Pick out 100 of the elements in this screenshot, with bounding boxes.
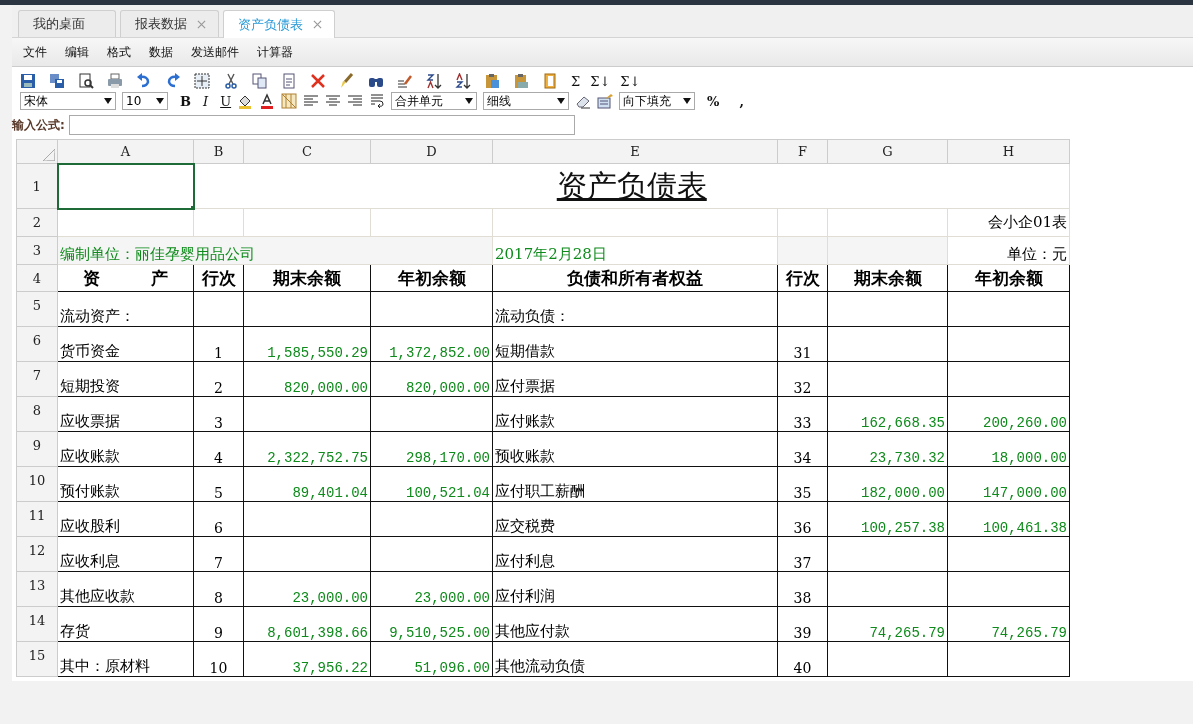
- save-icon[interactable]: [20, 73, 36, 89]
- column-heading: 年初余额: [947, 264, 1070, 292]
- paste-special-icon[interactable]: [513, 73, 529, 89]
- table-cell: 应收股利: [57, 501, 194, 537]
- sum-button[interactable]: Σ: [571, 73, 591, 89]
- column-header[interactable]: E: [492, 139, 778, 164]
- table-cell: 8: [193, 571, 244, 607]
- font-color-icon[interactable]: [259, 93, 276, 109]
- column-header[interactable]: C: [243, 139, 371, 164]
- row-header[interactable]: 3: [16, 236, 58, 265]
- table-cell: 820,000.00: [370, 361, 493, 397]
- merge-dropdown[interactable]: 合并单元: [391, 92, 478, 110]
- delete-icon[interactable]: [310, 73, 326, 89]
- menu-item[interactable]: 格式: [98, 43, 140, 61]
- table-cell: 100,257.38: [827, 501, 948, 537]
- column-header[interactable]: F: [777, 139, 828, 164]
- comma-button[interactable]: ,: [733, 93, 750, 109]
- italic-button[interactable]: I: [197, 93, 215, 109]
- font-size-dropdown[interactable]: 10: [122, 92, 168, 110]
- table-cell: 820,000.00: [243, 361, 371, 397]
- table-cell: 8,601,398.66: [243, 606, 371, 642]
- align-left-icon[interactable]: [303, 93, 320, 109]
- sum-button[interactable]: Σ↓: [590, 73, 621, 89]
- row-header[interactable]: 8: [16, 396, 58, 432]
- underline-button[interactable]: U: [214, 93, 238, 109]
- unit-label: 单位：元: [1007, 245, 1067, 263]
- print-preview-icon[interactable]: [78, 73, 94, 89]
- sheet-title: 资产负债表: [556, 167, 707, 203]
- column-header[interactable]: B: [193, 139, 244, 164]
- report-date: 2017年2月28日: [495, 245, 607, 263]
- fill-color-icon[interactable]: [237, 93, 254, 109]
- fill-dropdown[interactable]: 向下填充: [619, 92, 696, 110]
- company-name: 编制单位：丽佳孕婴用品公司: [60, 245, 255, 263]
- table-cell: 89,401.04: [243, 466, 371, 502]
- row-header[interactable]: 2: [16, 208, 58, 237]
- redo-icon[interactable]: [165, 73, 181, 89]
- menu-item[interactable]: 编辑: [56, 43, 98, 61]
- formula-label: 输入公式:: [12, 116, 65, 134]
- column-header[interactable]: A: [57, 139, 194, 164]
- paste-icon[interactable]: [484, 73, 500, 89]
- table-cell: 应付利息: [492, 536, 778, 572]
- copy-icon[interactable]: [252, 73, 268, 89]
- menu-item[interactable]: 计算器: [248, 43, 302, 61]
- row-header[interactable]: 7: [16, 361, 58, 397]
- row-header[interactable]: 12: [16, 536, 58, 572]
- table-cell: 34: [777, 431, 828, 467]
- print-icon[interactable]: [107, 73, 123, 89]
- row-header[interactable]: 4: [16, 264, 58, 292]
- table-cell: 应付职工薪酬: [492, 466, 778, 502]
- bold-button[interactable]: B: [174, 93, 197, 109]
- column-header[interactable]: G: [827, 139, 948, 164]
- align-center-icon[interactable]: [325, 93, 342, 109]
- row-header[interactable]: 6: [16, 326, 58, 362]
- column-heading: 年初余额: [370, 264, 493, 292]
- menu-item[interactable]: 发送邮件: [182, 43, 248, 61]
- percent-button[interactable]: %: [701, 93, 734, 109]
- notepad-icon[interactable]: [597, 93, 614, 109]
- row-header[interactable]: 14: [16, 606, 58, 642]
- close-icon[interactable]: [313, 20, 322, 29]
- table-cell: 4: [193, 431, 244, 467]
- table-cell: 其他应付款: [492, 606, 778, 642]
- row-header[interactable]: 5: [16, 291, 58, 327]
- undo-icon[interactable]: [136, 73, 152, 89]
- table-cell: 37,956.22: [243, 641, 371, 677]
- row-header[interactable]: 15: [16, 641, 58, 677]
- font-dropdown[interactable]: 宋体: [20, 92, 116, 110]
- table-cell: 应付票据: [492, 361, 778, 397]
- row-header[interactable]: 11: [16, 501, 58, 537]
- cut-icon[interactable]: [223, 73, 239, 89]
- row-header[interactable]: 9: [16, 431, 58, 467]
- column-header[interactable]: H: [947, 139, 1070, 164]
- row-header[interactable]: 1: [16, 163, 58, 209]
- brush-icon[interactable]: [339, 73, 355, 89]
- column-header[interactable]: D: [370, 139, 493, 164]
- edit-icon[interactable]: [397, 73, 413, 89]
- table-cell: 182,000.00: [827, 466, 948, 502]
- column-heading: 负债和所有者权益: [492, 264, 778, 292]
- table-cell: 存货: [57, 606, 194, 642]
- tab[interactable]: 报表数据: [120, 10, 219, 37]
- sum-button[interactable]: Σ↓: [620, 73, 651, 89]
- sort-descending-icon[interactable]: [455, 73, 471, 89]
- table-cell: 短期借款: [492, 326, 778, 362]
- border-icon[interactable]: [281, 93, 298, 109]
- menu-item[interactable]: 文件: [14, 43, 56, 61]
- border-dropdown[interactable]: 细线: [483, 92, 570, 110]
- table-cell: 应收利息: [57, 536, 194, 572]
- table-cell: 23,730.32: [827, 431, 948, 467]
- row-header[interactable]: 10: [16, 466, 58, 502]
- tab[interactable]: 我的桌面: [18, 10, 116, 37]
- active-cell[interactable]: [57, 163, 194, 209]
- row-header[interactable]: 13: [16, 571, 58, 607]
- menu-item[interactable]: 数据: [140, 43, 182, 61]
- wrap-icon[interactable]: [369, 93, 386, 109]
- formula-field[interactable]: [68, 115, 575, 135]
- select-all-icon[interactable]: [194, 73, 210, 89]
- sort-ascending-icon[interactable]: [426, 73, 442, 89]
- table-cell: [193, 291, 244, 327]
- table-cell: 流动资产：: [57, 291, 194, 327]
- table-cell: 37: [777, 536, 828, 572]
- save-all-icon[interactable]: [49, 73, 65, 89]
